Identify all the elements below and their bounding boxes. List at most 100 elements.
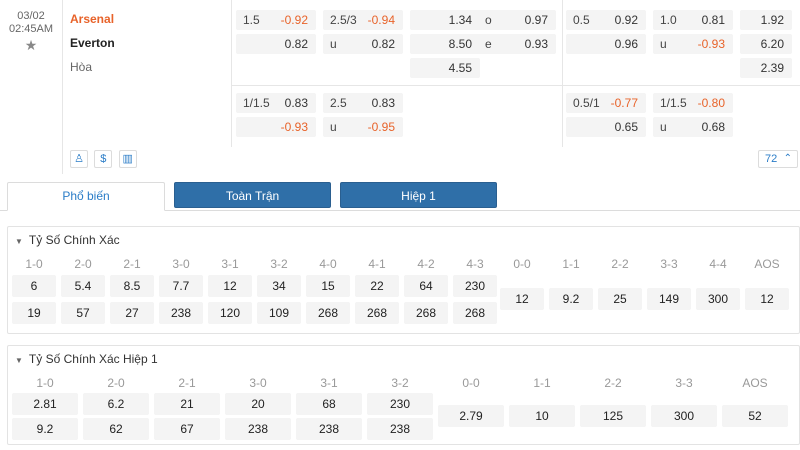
score-column-header: 1-0 — [25, 257, 43, 271]
score-odds-cell[interactable]: 9.2 — [12, 418, 78, 440]
score-odds-cell[interactable]: 238 — [367, 418, 433, 440]
odds-cell[interactable]: -0.93 — [236, 117, 316, 137]
score-odds-cell[interactable]: 21 — [154, 393, 220, 415]
score-odds-cell[interactable]: 125 — [580, 405, 646, 427]
score-column-header: 2-0 — [74, 257, 92, 271]
score-odds-cell[interactable]: 268 — [453, 302, 497, 324]
score-odds-cell[interactable]: 109 — [257, 302, 301, 324]
score-odds-cell[interactable]: 8.5 — [110, 275, 154, 297]
score-odds-cell[interactable]: 15 — [306, 275, 350, 297]
odds-cell[interactable]: 1.5 -0.92 — [236, 10, 316, 30]
collapse-triangle-icon: ▼ — [15, 356, 23, 365]
score-odds-cell[interactable]: 12 — [500, 288, 544, 310]
score-column-header: 4-1 — [368, 257, 386, 271]
odds-cell[interactable]: u 0.68 — [653, 117, 733, 137]
score-odds-cell[interactable]: 57 — [61, 302, 105, 324]
match-block: 03/02 02:45AM ★ Arsenal Everton Hòa 1.5-… — [0, 0, 800, 174]
score-column-header: 4-0 — [319, 257, 337, 271]
score-column-header: 2-2 — [604, 376, 622, 390]
score-column-header: 4-3 — [466, 257, 484, 271]
score-odds-cell[interactable]: 230 — [453, 275, 497, 297]
score-odds-cell[interactable]: 22 — [355, 275, 399, 297]
odds-cell[interactable]: 1.34 — [410, 10, 480, 30]
score-odds-cell[interactable]: 67 — [154, 418, 220, 440]
odds-cell[interactable]: 0.5/1 -0.77 — [566, 93, 646, 113]
score-column-header: 1-0 — [36, 376, 54, 390]
odds-cell[interactable]: 4.55 — [410, 58, 480, 78]
match-time-column: 03/02 02:45AM ★ — [0, 0, 63, 174]
score-odds-cell[interactable]: 120 — [208, 302, 252, 324]
score-odds-cell[interactable]: 300 — [696, 288, 740, 310]
score-odds-cell[interactable]: 268 — [404, 302, 448, 324]
score-odds-cell[interactable]: 300 — [651, 405, 717, 427]
score-odds-cell[interactable]: 6.2 — [83, 393, 149, 415]
score-odds-cell[interactable]: 64 — [404, 275, 448, 297]
score-odds-cell[interactable]: 7.7 — [159, 275, 203, 297]
score-odds-cell[interactable]: 34 — [257, 275, 301, 297]
odds-cell[interactable]: 2.39 — [740, 58, 792, 78]
score-odds-cell[interactable]: 5.4 — [61, 275, 105, 297]
odds-cell[interactable]: 0.5 0.92 — [566, 10, 646, 30]
score-odds-cell[interactable]: 268 — [306, 302, 350, 324]
score-odds-cell[interactable]: 268 — [355, 302, 399, 324]
odds-cell[interactable]: u -0.93 — [653, 34, 733, 54]
correct-score-header[interactable]: ▼ Tỷ Số Chính Xác — [15, 233, 120, 247]
score-odds-cell[interactable]: 62 — [83, 418, 149, 440]
odds-cell[interactable]: 2.5 0.83 — [323, 93, 403, 113]
score-odds-cell[interactable]: 2.81 — [12, 393, 78, 415]
odds-cell[interactable]: 0.65 — [566, 117, 646, 137]
tab-first-half[interactable]: Hiệp 1 — [340, 182, 497, 208]
favorite-star-icon[interactable]: ★ — [0, 36, 62, 54]
score-column-header: 3-1 — [221, 257, 239, 271]
more-markets-button[interactable]: 72 ⌃ — [758, 150, 798, 168]
odds-cell[interactable]: 1/1.5 0.83 — [236, 93, 316, 113]
score-odds-cell[interactable]: 20 — [225, 393, 291, 415]
score-column-header: 2-0 — [107, 376, 125, 390]
score-odds-cell[interactable]: 25 — [598, 288, 642, 310]
score-column-header: 2-1 — [123, 257, 141, 271]
score-odds-cell[interactable]: 149 — [647, 288, 691, 310]
odds-cell[interactable]: 0.96 — [566, 34, 646, 54]
score-odds-cell[interactable]: 27 — [110, 302, 154, 324]
odds-dollar-icon[interactable]: $ — [94, 150, 113, 168]
score-column-header: 3-2 — [270, 257, 288, 271]
tab-full-match[interactable]: Toàn Trận — [174, 182, 331, 208]
more-markets-count: 72 — [765, 153, 778, 165]
odds-cell[interactable]: u -0.95 — [323, 117, 403, 137]
teams: Arsenal Everton Hòa — [70, 11, 230, 83]
odds-cell[interactable]: 1.92 — [740, 10, 792, 30]
odds-cell[interactable]: 0.82 — [236, 34, 316, 54]
score-odds-cell[interactable]: 238 — [225, 418, 291, 440]
score-odds-cell[interactable]: 9.2 — [549, 288, 593, 310]
score-odds-cell[interactable]: 19 — [12, 302, 56, 324]
odds-cell[interactable]: e 0.93 — [478, 34, 556, 54]
score-column-header: 0-0 — [462, 376, 480, 390]
odds-cell[interactable]: u 0.82 — [323, 34, 403, 54]
odds-cell[interactable]: 8.50 — [410, 34, 480, 54]
tab-popular[interactable]: Phổ biến — [7, 182, 165, 211]
lineup-icon[interactable]: ♙ — [70, 150, 88, 168]
collapse-triangle-icon: ▼ — [15, 237, 23, 246]
score-odds-cell[interactable]: 68 — [296, 393, 362, 415]
score-column-header: AOS — [742, 376, 768, 390]
away-team[interactable]: Everton — [70, 35, 230, 59]
score-odds-cell[interactable]: 2.79 — [438, 405, 504, 427]
score-odds-cell[interactable]: 238 — [296, 418, 362, 440]
home-team[interactable]: Arsenal — [70, 11, 230, 35]
score-odds-cell[interactable]: 12 — [745, 288, 789, 310]
score-odds-cell[interactable]: 6 — [12, 275, 56, 297]
score-odds-cell[interactable]: 230 — [367, 393, 433, 415]
score-odds-cell[interactable]: 12 — [208, 275, 252, 297]
odds-cell[interactable]: 1/1.5 -0.80 — [653, 93, 733, 113]
score-odds-cell[interactable]: 238 — [159, 302, 203, 324]
score-column-header: 3-3 — [675, 376, 693, 390]
score-odds-cell[interactable]: 10 — [509, 405, 575, 427]
odds-cell[interactable]: o 0.97 — [478, 10, 556, 30]
odds-cell[interactable]: 2.5/3 -0.94 — [323, 10, 403, 30]
correct-score-h1-header[interactable]: ▼ Tỷ Số Chính Xác Hiệp 1 — [15, 352, 158, 366]
score-column-header: 3-1 — [320, 376, 338, 390]
score-odds-cell[interactable]: 52 — [722, 405, 788, 427]
odds-cell[interactable]: 6.20 — [740, 34, 792, 54]
stats-chart-icon[interactable]: ▥ — [118, 150, 137, 168]
odds-cell[interactable]: 1.0 0.81 — [653, 10, 733, 30]
